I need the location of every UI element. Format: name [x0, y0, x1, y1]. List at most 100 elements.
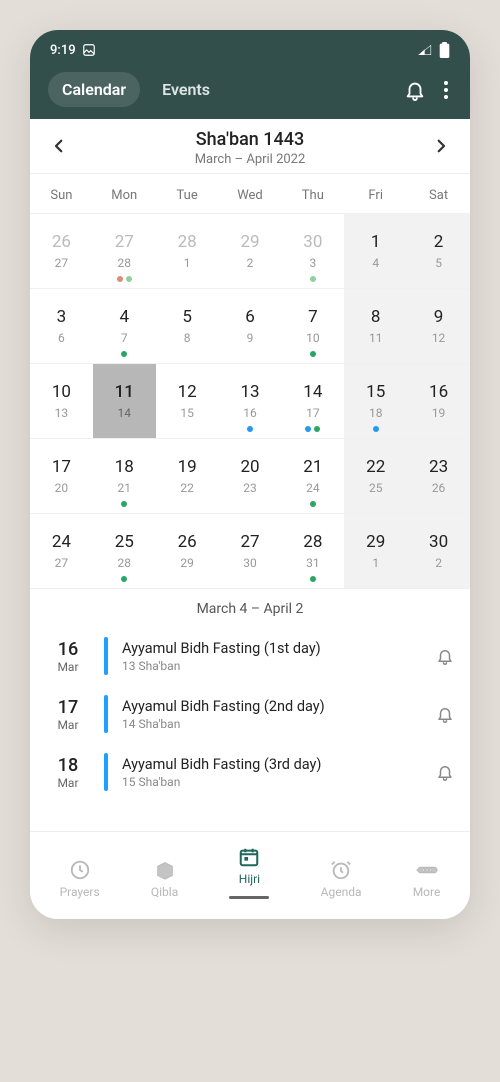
calendar-day[interactable]: 14	[344, 213, 407, 288]
event-indicators	[373, 426, 379, 432]
calendar-day[interactable]: 1922	[156, 438, 219, 513]
event-marker	[104, 637, 108, 675]
hijri-day: 20	[55, 481, 69, 495]
nav-label: Hijri	[239, 872, 260, 886]
bell-icon[interactable]	[404, 79, 426, 101]
calendar-day[interactable]: 2629	[156, 513, 219, 588]
event-subtitle: 14 Sha'ban	[122, 717, 422, 731]
calendar-day[interactable]: 1013	[30, 363, 93, 438]
event-row[interactable]: 16MarAyyamul Bidh Fasting (1st day)13 Sh…	[30, 627, 470, 685]
event-row[interactable]: 18MarAyyamul Bidh Fasting (3rd day)15 Sh…	[30, 743, 470, 801]
calendar-day[interactable]: 303	[281, 213, 344, 288]
more-icon	[416, 859, 438, 881]
visible-range-label: March 4 – April 2	[30, 588, 470, 627]
nav-qibla[interactable]: Qibla	[151, 859, 178, 899]
calendar-day[interactable]: 1114	[93, 363, 156, 438]
calendar-day[interactable]: 25	[407, 213, 470, 288]
next-month-button[interactable]	[426, 136, 456, 161]
event-indicators	[121, 576, 127, 582]
calendar-day[interactable]: 2326	[407, 438, 470, 513]
bell-icon[interactable]	[436, 705, 454, 723]
hijri-day: 6	[58, 331, 65, 345]
app-window: 9:19 Calendar Events Sha'ban 1443	[30, 30, 470, 919]
gregorian-day: 18	[115, 457, 134, 477]
calendar-day[interactable]: 1518	[344, 363, 407, 438]
event-dot-icon	[310, 501, 316, 507]
gregorian-day: 27	[115, 232, 134, 252]
calendar-day[interactable]: 2831	[281, 513, 344, 588]
calendar-day[interactable]: 69	[219, 288, 282, 363]
gregorian-day: 17	[52, 457, 71, 477]
tab-calendar[interactable]: Calendar	[48, 72, 140, 107]
calendar-day[interactable]: 811	[344, 288, 407, 363]
gregorian-day: 8	[371, 307, 381, 327]
calendar-day[interactable]: 2728	[93, 213, 156, 288]
calendar-day[interactable]: 2124	[281, 438, 344, 513]
status-bar: 9:19	[48, 40, 452, 72]
gregorian-day: 16	[429, 382, 448, 402]
gregorian-day: 28	[303, 532, 322, 552]
event-marker	[104, 753, 108, 791]
status-time: 9:19	[50, 43, 76, 58]
gregorian-day: 13	[240, 382, 259, 402]
nav-prayers[interactable]: Prayers	[60, 859, 100, 899]
calendar-day[interactable]: 1821	[93, 438, 156, 513]
event-title: Ayyamul Bidh Fasting (1st day)	[122, 640, 422, 657]
nav-label: Prayers	[60, 885, 100, 899]
event-title: Ayyamul Bidh Fasting (2nd day)	[122, 698, 422, 715]
hijri-day: 1	[184, 256, 191, 270]
event-month: Mar	[46, 660, 90, 674]
calendar-day[interactable]: 2528	[93, 513, 156, 588]
calendar-day[interactable]: 302	[407, 513, 470, 588]
calendar-day[interactable]: 47	[93, 288, 156, 363]
event-indicators	[247, 426, 253, 432]
tab-events[interactable]: Events	[148, 72, 224, 107]
kaaba-icon	[154, 859, 176, 881]
hijri-day: 28	[118, 256, 132, 270]
event-dot-icon	[310, 351, 316, 357]
event-dot-icon	[121, 501, 127, 507]
hijri-day: 4	[372, 256, 379, 270]
calendar-day[interactable]: 912	[407, 288, 470, 363]
calendar-day[interactable]: 58	[156, 288, 219, 363]
calendar-day[interactable]: 36	[30, 288, 93, 363]
event-dot-icon	[121, 351, 127, 357]
prev-month-button[interactable]	[44, 136, 74, 161]
nav-hijri[interactable]: Hijri	[229, 846, 269, 899]
nav-agenda[interactable]: Agenda	[321, 859, 362, 899]
calendar-day[interactable]: 1215	[156, 363, 219, 438]
calendar-day[interactable]: 710	[281, 288, 344, 363]
calendar-day[interactable]: 292	[219, 213, 282, 288]
calendar-day[interactable]: 1720	[30, 438, 93, 513]
calendar-day[interactable]: 281	[156, 213, 219, 288]
calendar-day[interactable]: 2023	[219, 438, 282, 513]
bell-icon[interactable]	[436, 647, 454, 665]
day-of-week-label: Thu	[281, 174, 344, 213]
calendar-day[interactable]: 1619	[407, 363, 470, 438]
gregorian-day: 28	[178, 232, 197, 252]
hijri-day: 8	[184, 331, 191, 345]
hijri-day: 28	[118, 556, 132, 570]
calendar-day[interactable]: 1417	[281, 363, 344, 438]
day-of-week-label: Sun	[30, 174, 93, 213]
calendar-day[interactable]: 2427	[30, 513, 93, 588]
hijri-day: 19	[432, 406, 446, 420]
gregorian-day: 1	[371, 232, 381, 252]
calendar-day[interactable]: 2225	[344, 438, 407, 513]
gregorian-day: 25	[115, 532, 134, 552]
hijri-day: 18	[369, 406, 383, 420]
calendar-day[interactable]: 2730	[219, 513, 282, 588]
hijri-day: 12	[432, 331, 446, 345]
calendar-day[interactable]: 291	[344, 513, 407, 588]
calendar-day[interactable]: 2627	[30, 213, 93, 288]
event-dot-icon	[117, 276, 123, 282]
overflow-menu-icon[interactable]	[444, 81, 448, 99]
hijri-day: 30	[243, 556, 257, 570]
calendar-day[interactable]: 1316	[219, 363, 282, 438]
bell-icon[interactable]	[436, 763, 454, 781]
event-dot-icon	[373, 426, 379, 432]
gregorian-day: 11	[115, 382, 134, 402]
nav-more[interactable]: More	[413, 859, 441, 899]
event-row[interactable]: 17MarAyyamul Bidh Fasting (2nd day)14 Sh…	[30, 685, 470, 743]
gregorian-day: 29	[366, 532, 385, 552]
